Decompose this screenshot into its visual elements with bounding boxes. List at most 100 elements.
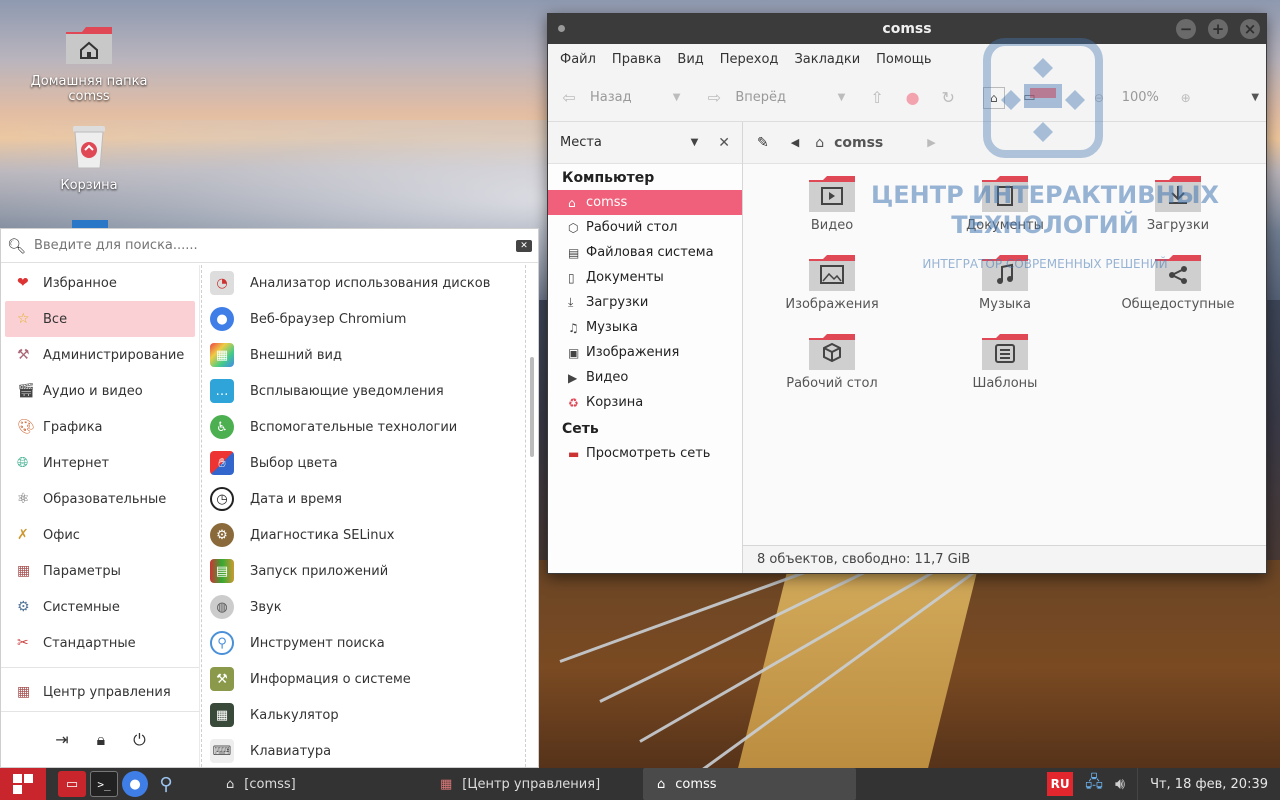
desktop-icon-trash[interactable]: Корзина (29, 122, 149, 193)
show-desktop-icon[interactable]: ▭ (58, 771, 86, 797)
up-icon[interactable]: ⇧ (866, 87, 888, 109)
category-settings[interactable]: ▦ Параметры (5, 553, 195, 589)
zoom-in-icon[interactable]: ⊕ (1175, 87, 1197, 109)
volume-icon[interactable]: 🔊︎ (1115, 774, 1125, 794)
reload-icon[interactable]: ↻ (937, 87, 959, 109)
path-home-icon[interactable]: ⌂ (815, 135, 824, 151)
sidebar-close-icon[interactable]: ✕ (718, 135, 730, 151)
control-center-link[interactable]: ▦ Центр управления (5, 674, 195, 710)
app-selinux[interactable]: ⚙ Диагностика SELinux (202, 517, 525, 553)
category-office[interactable]: ✗ Офис (5, 517, 195, 553)
forward-button[interactable]: ⇨ Вперёд (703, 87, 830, 109)
minimize-button[interactable]: − (1176, 19, 1196, 39)
sidebar-item-music[interactable]: ♫ Музыка (548, 315, 742, 340)
app-sound[interactable]: ◍ Звук (202, 589, 525, 625)
close-button[interactable]: × (1240, 19, 1260, 39)
folder-documents[interactable]: Документы (930, 174, 1080, 233)
folder-label: Музыка (979, 297, 1031, 312)
sidebar-item-filesystem[interactable]: ▤ Файловая система (548, 240, 742, 265)
window-menu-dot[interactable] (558, 25, 565, 32)
task-comss-active[interactable]: ⌂ comss (643, 768, 856, 800)
sidebar-header-label[interactable]: Места (560, 135, 691, 150)
category-all[interactable]: ☆ Все (5, 301, 195, 337)
lock-icon[interactable]: 🔒︎ (97, 730, 106, 750)
search-tool-icon[interactable]: ⚲ (152, 771, 180, 797)
window-titlebar[interactable]: comss − + × (548, 14, 1266, 44)
sidebar-item-videos[interactable]: ▶ Видео (548, 365, 742, 390)
sidebar-item-network[interactable]: ▬ Просмотреть сеть (548, 441, 742, 466)
logout-icon[interactable]: ⇥ (55, 730, 68, 749)
terminal-icon[interactable]: >_ (90, 771, 118, 797)
menu-go[interactable]: Переход (712, 52, 787, 67)
app-notifications[interactable]: … Всплывающие уведомления (202, 373, 525, 409)
app-search-tool[interactable]: ⚲ Инструмент поиска (202, 625, 525, 661)
zoom-out-icon[interactable]: ⊖ (1088, 87, 1110, 109)
power-icon[interactable]: ⏻ (133, 730, 146, 750)
start-menu-button[interactable] (0, 768, 46, 800)
folder-pictures[interactable]: Изображения (757, 253, 907, 312)
folder-music[interactable]: Музыка (930, 253, 1080, 312)
sidebar-item-trash[interactable]: ♻ Корзина (548, 390, 742, 415)
app-date-time[interactable]: ◷ Дата и время (202, 481, 525, 517)
app-list-scrollbar[interactable] (530, 357, 534, 457)
sidebar-item-desktop[interactable]: ⬡ Рабочий стол (548, 215, 742, 240)
path-segment-comss[interactable]: comss (834, 135, 883, 151)
desktop-icon-home[interactable]: Домашняя папка comss (29, 24, 149, 104)
folder-videos[interactable]: Видео (757, 174, 907, 233)
category-internet[interactable]: 🌐︎ Интернет (5, 445, 195, 481)
app-keyboard[interactable]: ⌨ Клавиатура (202, 733, 525, 767)
app-accessibility[interactable]: ♿︎ Вспомогательные технологии (202, 409, 525, 445)
sidebar-item-downloads[interactable]: ⤓ Загрузки (548, 290, 742, 315)
back-history-chevron-icon[interactable]: ▼ (666, 87, 688, 109)
menu-edit[interactable]: Правка (604, 52, 669, 67)
app-chromium[interactable]: ● Веб-браузер Chromium (202, 301, 525, 337)
edit-path-icon[interactable]: ✎ (757, 135, 769, 151)
maximize-button[interactable]: + (1208, 19, 1228, 39)
menu-help[interactable]: Помощь (868, 52, 939, 67)
back-button[interactable]: ⇦ Назад (558, 87, 666, 109)
system-info-icon: ⚒ (210, 667, 234, 691)
menu-view[interactable]: Вид (669, 52, 711, 67)
desktop-folder-icon (808, 332, 856, 372)
path-back-chevron-icon[interactable]: ◀ (791, 136, 799, 149)
task-control-center[interactable]: ▦ [Центр управления] (426, 768, 614, 800)
task-file-manager-comss[interactable]: ⌂ [comss] (212, 768, 310, 800)
category-administration[interactable]: ⚒ Администрирование (5, 337, 195, 373)
clock[interactable]: Чт, 18 фев, 20:39 (1137, 768, 1280, 800)
app-color-picker[interactable]: ✋︎ Выбор цвета (202, 445, 525, 481)
clear-search-icon[interactable]: ✕ (516, 239, 532, 252)
keyboard-layout-indicator[interactable]: RU (1047, 772, 1074, 796)
home-icon[interactable]: ⌂ (983, 86, 1005, 109)
desktop-icon-partial[interactable] (72, 220, 108, 228)
category-label: Системные (43, 599, 120, 615)
view-chevron-icon[interactable]: ▼ (1244, 87, 1266, 109)
forward-history-chevron-icon[interactable]: ▼ (831, 87, 853, 109)
category-system[interactable]: ⚙ Системные (5, 589, 195, 625)
app-system-info[interactable]: ⚒ Информация о системе (202, 661, 525, 697)
app-disk-usage[interactable]: ◔ Анализатор использования дисков (202, 265, 525, 301)
category-audio-video[interactable]: 🎬︎ Аудио и видео (5, 373, 195, 409)
category-education[interactable]: ⚛ Образовательные (5, 481, 195, 517)
app-startup[interactable]: ▤ Запуск приложений (202, 553, 525, 589)
sidebar-dropdown-chevron-icon[interactable]: ▼ (691, 137, 699, 148)
folder-public[interactable]: Общедоступные (1103, 253, 1253, 312)
menu-bookmarks[interactable]: Закладки (786, 52, 868, 67)
app-appearance[interactable]: ▦ Внешний вид (202, 337, 525, 373)
category-graphics[interactable]: 🎨︎ Графика (5, 409, 195, 445)
stop-icon[interactable]: ● (902, 87, 924, 109)
computer-icon[interactable]: ▭ (1019, 87, 1041, 109)
folder-desktop[interactable]: Рабочий стол (757, 332, 907, 391)
sidebar-item-comss[interactable]: ⌂ comss (548, 190, 742, 215)
sidebar-item-documents[interactable]: ▯ Документы (548, 265, 742, 290)
category-favorites[interactable]: ❤ Избранное (5, 265, 195, 301)
folder-templates[interactable]: Шаблоны (930, 332, 1080, 391)
menu-file[interactable]: Файл (552, 52, 604, 67)
app-calculator[interactable]: ▦ Калькулятор (202, 697, 525, 733)
chromium-icon[interactable]: ● (122, 771, 148, 797)
category-accessories[interactable]: ✂ Стандартные (5, 625, 195, 661)
network-icon[interactable]: 🖧 (1085, 771, 1103, 798)
folder-downloads[interactable]: Загрузки (1103, 174, 1253, 233)
path-forward-chevron-icon[interactable]: ▶ (927, 136, 935, 149)
sidebar-item-pictures[interactable]: ▣ Изображения (548, 340, 742, 365)
search-input[interactable] (34, 238, 516, 253)
